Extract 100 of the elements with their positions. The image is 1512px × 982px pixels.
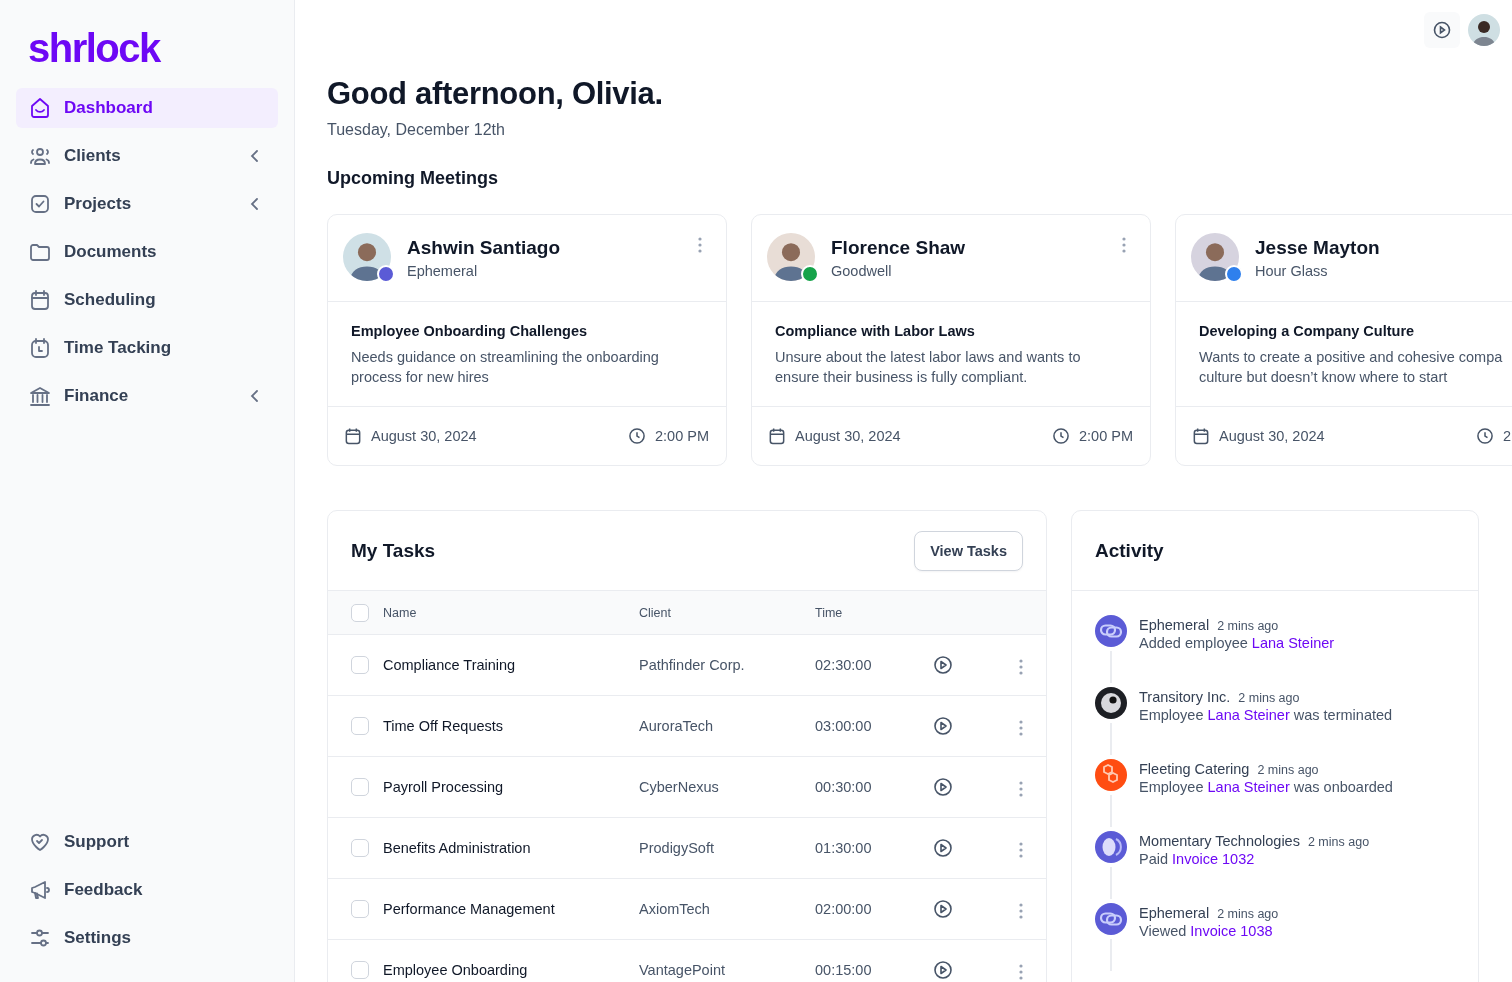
view-tasks-button[interactable]: View Tasks <box>914 530 1023 571</box>
eye-logo-icon <box>1095 687 1127 719</box>
nav-item[interactable]: Support <box>16 822 278 862</box>
task-name: Compliance Training <box>383 657 517 673</box>
play-icon[interactable] <box>933 838 953 858</box>
clock-icon <box>1051 426 1071 446</box>
more-icon[interactable] <box>1019 964 1023 980</box>
meeting-topic: Employee Onboarding Challenges <box>351 323 589 339</box>
checkbox[interactable] <box>351 603 369 622</box>
panel-title: My Tasks <box>351 539 436 562</box>
timestamp: 2 mins ago <box>1257 763 1319 777</box>
activity-text: Added employee Lana Steiner <box>1139 635 1335 651</box>
meeting-date: August 30, 2024 <box>795 428 901 444</box>
company-name: Hour Glass <box>1255 263 1329 279</box>
play-icon[interactable] <box>933 960 953 980</box>
link[interactable]: Lana Steiner <box>1207 779 1290 795</box>
table-cell-text: CyberNexus <box>639 779 720 795</box>
play-button[interactable] <box>1424 12 1460 48</box>
more-icon[interactable] <box>1019 842 1023 858</box>
checkbox[interactable] <box>351 961 369 979</box>
checkbox[interactable] <box>351 778 369 796</box>
company-name: Goodwell <box>831 263 893 279</box>
link[interactable]: Lana Steiner <box>1207 707 1290 723</box>
play-icon[interactable] <box>933 716 953 736</box>
play-icon[interactable] <box>933 899 953 919</box>
person-name: Florence Shaw <box>831 237 967 259</box>
calendar-icon <box>343 426 363 446</box>
checkbox[interactable] <box>351 656 369 674</box>
link[interactable]: Invoice 1038 <box>1190 923 1273 939</box>
link[interactable]: Invoice 1032 <box>1172 851 1255 867</box>
task-name: Payroll Processing <box>383 779 505 795</box>
greeting-title: Good afternoon, Olivia. <box>327 76 664 112</box>
nav-item[interactable]: Feedback <box>16 870 278 910</box>
more-icon[interactable] <box>1019 659 1023 675</box>
user-avatar[interactable] <box>1468 14 1500 46</box>
clock-icon <box>1475 426 1495 446</box>
meeting-time: 2:00 PM <box>655 428 709 444</box>
task-name: Performance Management <box>383 901 556 917</box>
avatar <box>1191 233 1239 281</box>
company-name: Ephemeral <box>407 263 479 279</box>
home-icon <box>28 96 52 120</box>
avatar <box>343 233 391 281</box>
column-header: Client <box>639 605 672 620</box>
timestamp: 2 mins ago <box>1217 907 1279 921</box>
megaphone-icon <box>28 878 52 902</box>
more-icon[interactable] <box>1019 903 1023 919</box>
calendar-icon <box>28 288 52 312</box>
timestamp: 2 mins ago <box>1217 619 1279 633</box>
calendar-icon <box>1191 426 1211 446</box>
logo[interactable]: shrlock <box>28 26 278 70</box>
date-text: Tuesday, December 12th <box>327 121 506 139</box>
nav-item[interactable]: Clients <box>16 136 278 176</box>
company-name: Transitory Inc. <box>1139 689 1231 705</box>
timestamp: 2 mins ago <box>1238 691 1300 705</box>
nav-item[interactable]: Scheduling <box>16 280 278 320</box>
more-icon[interactable] <box>1019 781 1023 797</box>
more-icon[interactable] <box>698 237 702 253</box>
cubes-logo-icon <box>1095 759 1127 791</box>
checkbox[interactable] <box>351 717 369 735</box>
timestamp: 2 mins ago <box>1307 835 1370 849</box>
checkbox[interactable] <box>351 839 369 857</box>
table-cell-text: 02:30:00 <box>815 657 873 673</box>
column-header: Time <box>815 605 844 620</box>
checkbox-icon <box>28 192 52 216</box>
more-icon[interactable] <box>1019 720 1023 736</box>
column-header: Name <box>383 605 418 620</box>
table-cell-text: VantagePoint <box>639 962 726 978</box>
task-name: Time Off Requests <box>383 718 505 734</box>
nav-item[interactable]: Finance <box>16 376 278 416</box>
table-cell-text: AxiomTech <box>639 901 711 917</box>
meeting-time: 2 <box>1503 428 1512 444</box>
chain-logo-icon <box>1095 903 1127 935</box>
table-cell-text: Pathfinder Corp. <box>639 657 746 673</box>
nav-item[interactable]: Documents <box>16 232 278 272</box>
activity-text: Employee Lana Steiner was onboarded <box>1139 779 1393 795</box>
play-icon[interactable] <box>933 777 953 797</box>
crescent-logo-icon <box>1095 831 1127 863</box>
table-cell-text: 00:30:00 <box>815 779 873 795</box>
table-cell-text: 02:00:00 <box>815 901 873 917</box>
panel-title: Activity <box>1095 539 1164 562</box>
activity-text: Employee Lana Steiner was terminated <box>1139 707 1393 723</box>
nav-item[interactable]: Dashboard <box>16 88 278 128</box>
meeting-topic: Compliance with Labor Laws <box>775 323 976 339</box>
checkbox[interactable] <box>351 900 369 918</box>
nav-item[interactable]: Time Tacking <box>16 328 278 368</box>
nav-item[interactable]: Settings <box>16 918 278 958</box>
company-name: Momentary Technologies <box>1139 833 1300 849</box>
table-cell-text: 00:15:00 <box>815 962 873 978</box>
meeting-description: Unsure about the latest labor laws and wants to ensure their business is fully compliant. <box>775 348 1082 387</box>
task-name: Benefits Administration <box>383 840 532 856</box>
meeting-time: 2:00 PM <box>1079 428 1133 444</box>
chain-logo-icon <box>1095 615 1127 647</box>
company-name: Ephemeral <box>1139 905 1210 921</box>
nav-item[interactable]: Projects <box>16 184 278 224</box>
meeting-topic: Developing a Company Culture <box>1199 323 1416 339</box>
activity-text: Viewed Invoice 1038 <box>1139 923 1274 939</box>
play-icon[interactable] <box>933 655 953 675</box>
more-icon[interactable] <box>1122 237 1126 253</box>
link[interactable]: Lana Steiner <box>1251 635 1335 651</box>
task-name: Employee Onboarding <box>383 962 529 978</box>
